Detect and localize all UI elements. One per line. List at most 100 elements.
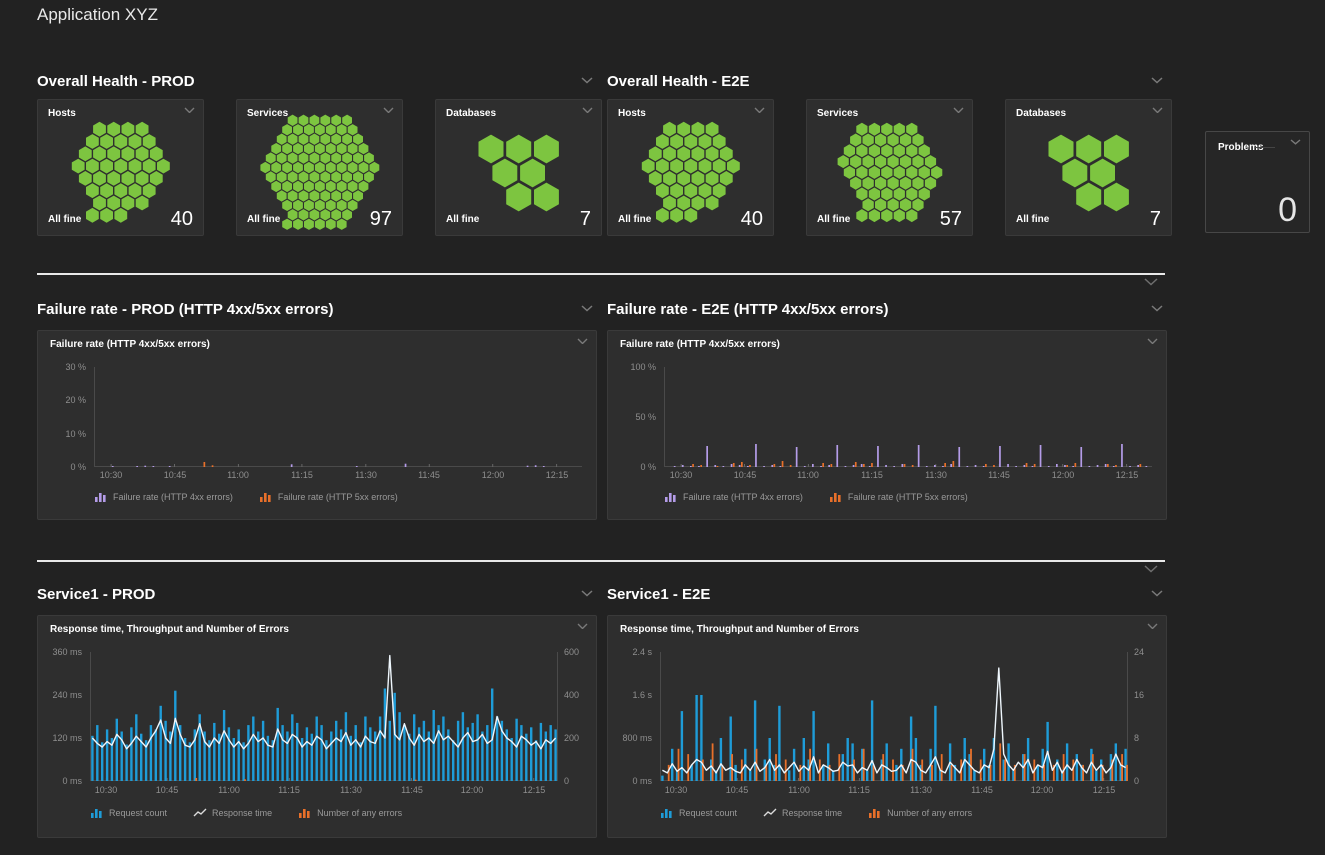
bar-series-icon: [829, 492, 843, 502]
section-title-text: Service1 - E2E: [607, 586, 710, 603]
legend-label: Response time: [782, 808, 842, 818]
y-axis-right-tick-label: 600: [564, 647, 579, 657]
chevron-down-icon[interactable]: [577, 338, 588, 344]
legend-label: Response time: [212, 808, 272, 818]
y-axis-tick-label: 0 ms: [38, 776, 82, 786]
chart-plot-area[interactable]: [94, 367, 582, 467]
legend-item[interactable]: Failure rate (HTTP 5xx errors): [829, 492, 968, 502]
health-tile-health-prod-services[interactable]: ServicesAll fine97: [236, 99, 403, 236]
chart-title: Response time, Throughput and Number of …: [50, 624, 289, 635]
health-tile-health-e2e-databases[interactable]: DatabasesAll fine7: [1005, 99, 1172, 236]
chevron-down-icon[interactable]: [581, 590, 593, 597]
y-axis-tick-label: 50 %: [608, 412, 656, 422]
health-tile-health-prod-hosts[interactable]: Hosts All fine 40: [37, 99, 204, 236]
legend-item[interactable]: Request count: [90, 808, 167, 818]
chevron-down-icon[interactable]: [1290, 139, 1301, 145]
chevron-down-icon[interactable]: [581, 77, 593, 84]
chevron-down-icon[interactable]: [1152, 107, 1163, 113]
chart-plot-area[interactable]: [660, 652, 1128, 781]
x-axis-tick-label: 11:15: [291, 470, 313, 480]
y-axis-right-tick-label: 8: [1134, 733, 1139, 743]
legend-item[interactable]: Number of any errors: [868, 808, 972, 818]
honeycomb-chart: [1045, 133, 1133, 213]
service-e2e-chart-tile[interactable]: Response time, Throughput and Number of …: [607, 615, 1167, 838]
chevron-down-icon[interactable]: [1144, 278, 1158, 286]
x-axis-tick-label: 11:30: [340, 785, 362, 795]
y-axis-right-tick-label: 16: [1134, 690, 1144, 700]
chart-legend: Failure rate (HTTP 4xx errors) Failure ra…: [664, 492, 968, 502]
x-axis-tick-label: 10:30: [670, 470, 693, 480]
chevron-down-icon[interactable]: [953, 107, 964, 113]
section-header-failure-prod: Failure rate - PROD (HTTP 4xx/5xx errors…: [37, 301, 597, 321]
service-prod-chart-tile[interactable]: Response time, Throughput and Number of …: [37, 615, 597, 838]
problems-tile[interactable]: Problems 0: [1205, 131, 1310, 233]
chevron-down-icon[interactable]: [1147, 623, 1158, 629]
legend-label: Failure rate (HTTP 5xx errors): [848, 492, 968, 502]
x-axis-tick-label: 12:00: [1052, 470, 1075, 480]
chevron-down-icon[interactable]: [582, 107, 593, 113]
legend-item[interactable]: Response time: [763, 808, 842, 818]
health-tile-label: Hosts: [48, 108, 76, 119]
page-title: Application XYZ: [37, 5, 158, 25]
x-axis-tick-label: 11:00: [797, 470, 819, 480]
x-axis-tick-label: 10:30: [665, 785, 688, 795]
health-tile-health-e2e-hosts[interactable]: HostsAll fine40: [607, 99, 774, 236]
y-axis-tick-label: 1.6 s: [608, 690, 652, 700]
health-tile-label: Hosts: [618, 108, 646, 119]
legend-item[interactable]: Request count: [660, 808, 737, 818]
x-axis-tick-label: 10:45: [164, 470, 187, 480]
failure-e2e-chart-tile[interactable]: Failure rate (HTTP 4xx/5xx errors)0 %50 …: [607, 330, 1167, 520]
section-title-text: Service1 - PROD: [37, 586, 155, 603]
bar-series-icon: [90, 808, 104, 818]
chevron-down-icon[interactable]: [1147, 338, 1158, 344]
chart-plot-area[interactable]: [664, 367, 1152, 467]
honeycomb-chart: [640, 121, 742, 224]
y-axis-tick-label: 20 %: [38, 395, 86, 405]
health-tile-health-prod-databases[interactable]: DatabasesAll fine7: [435, 99, 602, 236]
bar-series-icon: [664, 492, 678, 502]
section-title-text: Overall Health - E2E: [607, 73, 750, 90]
legend-item[interactable]: Response time: [193, 808, 272, 818]
x-axis-tick-label: 11:15: [848, 785, 870, 795]
chevron-down-icon[interactable]: [184, 107, 195, 113]
chart-legend: Request count Response time Number of any …: [660, 808, 972, 818]
legend-item[interactable]: Failure rate (HTTP 4xx errors): [94, 492, 233, 502]
failure-prod-chart-tile[interactable]: Failure rate (HTTP 4xx/5xx errors)0 %10 …: [37, 330, 597, 520]
chevron-down-icon[interactable]: [1151, 305, 1163, 312]
section-title-text: Failure rate - PROD (HTTP 4xx/5xx errors…: [37, 301, 334, 318]
y-axis-right-tick-label: 24: [1134, 647, 1144, 657]
chevron-down-icon[interactable]: [1151, 590, 1163, 597]
chevron-down-icon[interactable]: [581, 305, 593, 312]
chevron-down-icon[interactable]: [383, 107, 394, 113]
legend-item[interactable]: Failure rate (HTTP 4xx errors): [664, 492, 803, 502]
chart-plot-area[interactable]: [90, 652, 558, 781]
y-axis-right-tick-label: 0: [564, 776, 569, 786]
legend-item[interactable]: Failure rate (HTTP 5xx errors): [259, 492, 398, 502]
y-axis-tick-label: 10 %: [38, 429, 86, 439]
x-axis-tick-label: 12:00: [461, 785, 484, 795]
chevron-down-icon[interactable]: [577, 623, 588, 629]
chevron-down-icon[interactable]: [754, 107, 765, 113]
bar-series-icon: [259, 492, 273, 502]
y-axis-tick-label: 800 ms: [608, 733, 652, 743]
section-title-text: Failure rate - E2E (HTTP 4xx/5xx errors): [607, 301, 889, 318]
x-axis-tick-label: 12:15: [1093, 785, 1116, 795]
y-axis-tick-label: 360 ms: [38, 647, 82, 657]
y-axis-tick-label: 0 ms: [608, 776, 652, 786]
honeycomb-chart: [475, 133, 563, 213]
x-axis-tick-label: 11:45: [988, 470, 1010, 480]
legend-item[interactable]: Number of any errors: [298, 808, 402, 818]
health-tile-health-e2e-services[interactable]: ServicesAll fine57: [806, 99, 973, 236]
health-tile-count: 40: [171, 208, 193, 231]
legend-label: Request count: [109, 808, 167, 818]
x-axis-tick-label: 11:30: [355, 470, 377, 480]
section-header-health-prod: Overall Health - PROD: [37, 73, 597, 93]
x-axis-tick-label: 11:00: [218, 785, 240, 795]
chevron-down-icon[interactable]: [1151, 77, 1163, 84]
chart-legend: Request count Response time Number of any …: [90, 808, 402, 818]
health-tile-status: All fine: [48, 214, 81, 225]
chevron-down-icon[interactable]: [1144, 565, 1158, 573]
legend-label: Failure rate (HTTP 4xx errors): [113, 492, 233, 502]
y-axis-tick-label: 100 %: [608, 362, 656, 372]
health-tile-status: All fine: [1016, 214, 1049, 225]
